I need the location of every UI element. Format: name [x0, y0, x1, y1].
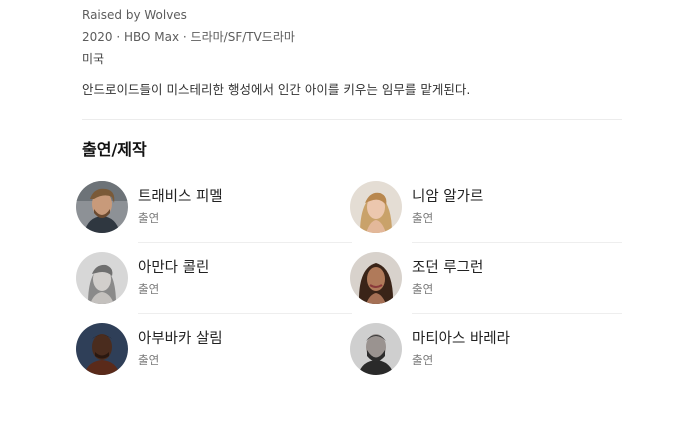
cast-member-travis-fimmel[interactable]: 트래비스 피멜 출연 [76, 181, 352, 237]
row-divider [138, 313, 352, 314]
avatar [76, 323, 128, 375]
cast-role: 출연 [412, 211, 434, 225]
avatar [350, 181, 402, 233]
original-title: Raised by Wolves [82, 8, 187, 22]
cast-member-niamh-algar[interactable]: 니암 알가르 출연 [350, 181, 626, 237]
portrait-niamh-algar-icon [350, 181, 402, 233]
cast-role: 출연 [412, 353, 434, 367]
cast-member-amanda-collin[interactable]: 아만다 콜린 출연 [76, 252, 352, 308]
cast-name[interactable]: 니암 알가르 [412, 188, 483, 206]
portrait-abubakar-salim-icon [76, 323, 128, 375]
portrait-jordan-loughran-icon [350, 252, 402, 304]
synopsis: 안드로이드들이 미스테리한 행성에서 인간 아이를 키우는 임무를 맡게된다. [82, 82, 471, 97]
cast-name[interactable]: 아부바카 살림 [138, 330, 223, 348]
cast-role: 출연 [138, 282, 160, 296]
avatar [76, 252, 128, 304]
avatar [350, 323, 402, 375]
row-divider [138, 242, 352, 243]
cast-role: 출연 [138, 353, 160, 367]
avatar [350, 252, 402, 304]
cast-section-title: 출연/제작 [82, 140, 147, 159]
year-network-genre: 2020 · HBO Max · 드라마/SF/TV드라마 [82, 30, 295, 44]
cast-name[interactable]: 조던 루그런 [412, 259, 483, 277]
cast-name[interactable]: 아만다 콜린 [138, 259, 209, 277]
row-divider [412, 313, 622, 314]
cast-member-abubakar-salim[interactable]: 아부바카 살림 출연 [76, 323, 352, 379]
cast-role: 출연 [138, 211, 160, 225]
country: 미국 [82, 52, 105, 66]
portrait-matias-varela-icon [350, 323, 402, 375]
cast-member-jordan-loughran[interactable]: 조던 루그런 출연 [350, 252, 626, 308]
portrait-travis-fimmel-icon [76, 181, 128, 233]
cast-name[interactable]: 트래비스 피멜 [138, 188, 223, 206]
cast-member-matias-varela[interactable]: 마티아스 바레라 출연 [350, 323, 626, 379]
cast-name[interactable]: 마티아스 바레라 [412, 330, 510, 348]
cast-role: 출연 [412, 282, 434, 296]
section-divider [82, 119, 622, 120]
portrait-amanda-collin-icon [76, 252, 128, 304]
row-divider [412, 242, 622, 243]
avatar [76, 181, 128, 233]
